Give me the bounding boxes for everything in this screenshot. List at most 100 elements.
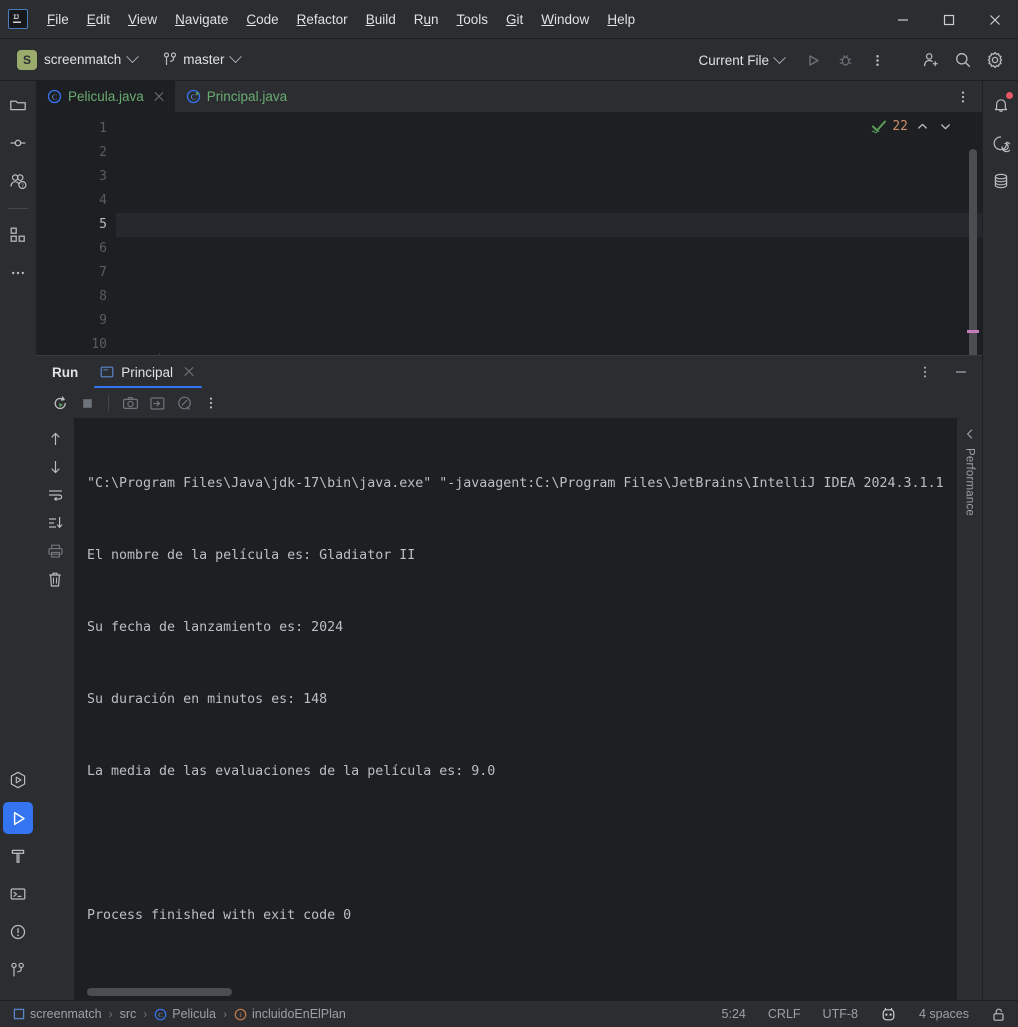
code-editor[interactable]: 1 2 3 4 5 6 7 8 9 10 11 12 13 14 15 16 1 — [36, 113, 982, 355]
editor-column: C Pelicula.java C Principal.java 1 2 3 4… — [36, 81, 982, 1000]
run-tab-principal[interactable]: Principal — [92, 356, 204, 388]
chevron-down-icon — [228, 50, 242, 64]
project-tool-window-button[interactable] — [3, 89, 33, 121]
breadcrumb-module[interactable]: screenmatch — [8, 1005, 107, 1023]
java-class-icon: C — [47, 89, 62, 104]
lock-icon[interactable] — [987, 1005, 1010, 1024]
menu-window[interactable]: Window — [532, 8, 598, 31]
commit-tool-window-button[interactable] — [3, 127, 33, 159]
breadcrumb-label: screenmatch — [30, 1007, 102, 1021]
menu-run[interactable]: Run — [405, 8, 448, 31]
run-tab-close-icon[interactable] — [182, 365, 196, 379]
terminal-tool-window-button[interactable] — [3, 878, 33, 910]
export-button[interactable] — [145, 391, 169, 415]
soft-wrap-button[interactable] — [42, 482, 68, 508]
project-selector[interactable]: S screenmatch — [10, 46, 144, 74]
file-encoding[interactable]: UTF-8 — [819, 1005, 862, 1023]
tab-principal-java[interactable]: C Principal.java — [175, 81, 296, 112]
menu-file[interactable]: File — [38, 8, 78, 31]
run-panel-options-button[interactable] — [910, 357, 940, 387]
minimize-button[interactable] — [880, 0, 926, 39]
print-button[interactable] — [42, 538, 68, 564]
breadcrumb-class[interactable]: C Pelicula — [149, 1005, 221, 1023]
run-console-toolbar — [36, 388, 982, 418]
run-panel-minimize-button[interactable] — [946, 357, 976, 387]
line-number: 1 — [99, 121, 107, 136]
settings-button[interactable] — [980, 45, 1010, 75]
menu-build[interactable]: Build — [357, 8, 405, 31]
debug-button[interactable] — [830, 45, 860, 75]
code-text-area[interactable]: public class Pelicula { 4 usages new * S… — [116, 113, 982, 355]
svg-text:f: f — [239, 1012, 242, 1019]
caret-position[interactable]: 5:24 — [718, 1005, 750, 1023]
close-button[interactable] — [972, 0, 1018, 39]
inspection-widget-icon[interactable] — [876, 1005, 901, 1023]
screenshot-button[interactable] — [118, 391, 142, 415]
console-horizontal-scrollbar[interactable] — [87, 988, 232, 996]
next-problem-button[interactable] — [936, 117, 954, 135]
menu-edit[interactable]: Edit — [78, 8, 119, 31]
menu-navigate[interactable]: Navigate — [166, 8, 237, 31]
branch-name: master — [183, 52, 225, 67]
editor-scrollbar[interactable] — [969, 149, 977, 355]
stripe-divider — [8, 208, 28, 209]
add-collaborator-button[interactable] — [916, 45, 946, 75]
inspection-widget[interactable]: 22 — [871, 117, 954, 135]
search-everywhere-button[interactable] — [948, 45, 978, 75]
window-controls — [880, 0, 1018, 39]
intellij-logo-icon: IJ — [8, 9, 28, 29]
run-tool-window-button[interactable] — [3, 802, 33, 834]
scroll-up-button[interactable] — [42, 426, 68, 452]
notifications-button[interactable] — [986, 89, 1016, 121]
toolbar-divider — [108, 395, 109, 411]
indent-setting[interactable]: 4 spaces — [915, 1005, 973, 1023]
pull-requests-tool-window-button[interactable]: ? — [3, 165, 33, 197]
rerun-button[interactable] — [48, 391, 72, 415]
status-bar: screenmatch › src › C Pelicula › f inclu… — [0, 1000, 1018, 1027]
services-tool-window-button[interactable] — [3, 219, 33, 251]
scroll-to-end-button[interactable] — [42, 510, 68, 536]
editor-tab-options-button[interactable] — [948, 82, 978, 112]
svg-text:?: ? — [20, 183, 23, 189]
breadcrumb-field[interactable]: f incluidoEnElPlan — [229, 1005, 351, 1023]
notification-badge — [1005, 92, 1013, 99]
breadcrumb-src[interactable]: src — [115, 1005, 142, 1023]
tab-pelicula-java[interactable]: C Pelicula.java — [36, 81, 175, 112]
stop-button[interactable] — [75, 391, 99, 415]
performance-side-tab[interactable]: Performance — [956, 418, 982, 1000]
tab-close-icon[interactable] — [152, 90, 166, 104]
profiler-button[interactable] — [172, 391, 196, 415]
line-separator[interactable]: CRLF — [764, 1005, 805, 1023]
scroll-down-button[interactable] — [42, 454, 68, 480]
database-button[interactable] — [986, 165, 1016, 197]
line-number: 10 — [91, 337, 107, 352]
previous-problem-button[interactable] — [913, 117, 931, 135]
more-tool-windows-button[interactable] — [3, 257, 33, 289]
console-side-toolbar — [36, 418, 74, 1000]
ai-assistant-button[interactable] — [986, 127, 1016, 159]
line-number: 6 — [99, 241, 107, 256]
breadcrumb-label: incluidoEnElPlan — [252, 1007, 346, 1021]
run-anything-button[interactable] — [3, 764, 33, 796]
menu-code[interactable]: Code — [237, 8, 287, 31]
status-bar-right: 5:24 CRLF UTF-8 4 spaces — [718, 1005, 1010, 1024]
menu-view[interactable]: View — [119, 8, 166, 31]
console-line: El nombre de la película es: Gladiator I… — [87, 548, 416, 563]
build-tool-window-button[interactable] — [3, 840, 33, 872]
console-more-button[interactable] — [199, 391, 223, 415]
run-configuration-selector[interactable]: Current File — [690, 49, 792, 72]
more-actions-button[interactable] — [862, 45, 892, 75]
branch-selector[interactable]: master — [156, 48, 246, 71]
menu-help[interactable]: Help — [598, 8, 644, 31]
run-button[interactable] — [798, 45, 828, 75]
problems-tool-window-button[interactable] — [3, 916, 33, 948]
menu-refactor[interactable]: Refactor — [288, 8, 357, 31]
git-tool-window-button[interactable] — [3, 954, 33, 986]
menu-git[interactable]: Git — [497, 8, 532, 31]
console-output[interactable]: "C:\Program Files\Java\jdk-17\bin\java.e… — [74, 418, 956, 1000]
svg-text:C: C — [159, 1012, 164, 1019]
menu-tools[interactable]: Tools — [448, 8, 498, 31]
maximize-button[interactable] — [926, 0, 972, 39]
clear-all-button[interactable] — [42, 566, 68, 592]
